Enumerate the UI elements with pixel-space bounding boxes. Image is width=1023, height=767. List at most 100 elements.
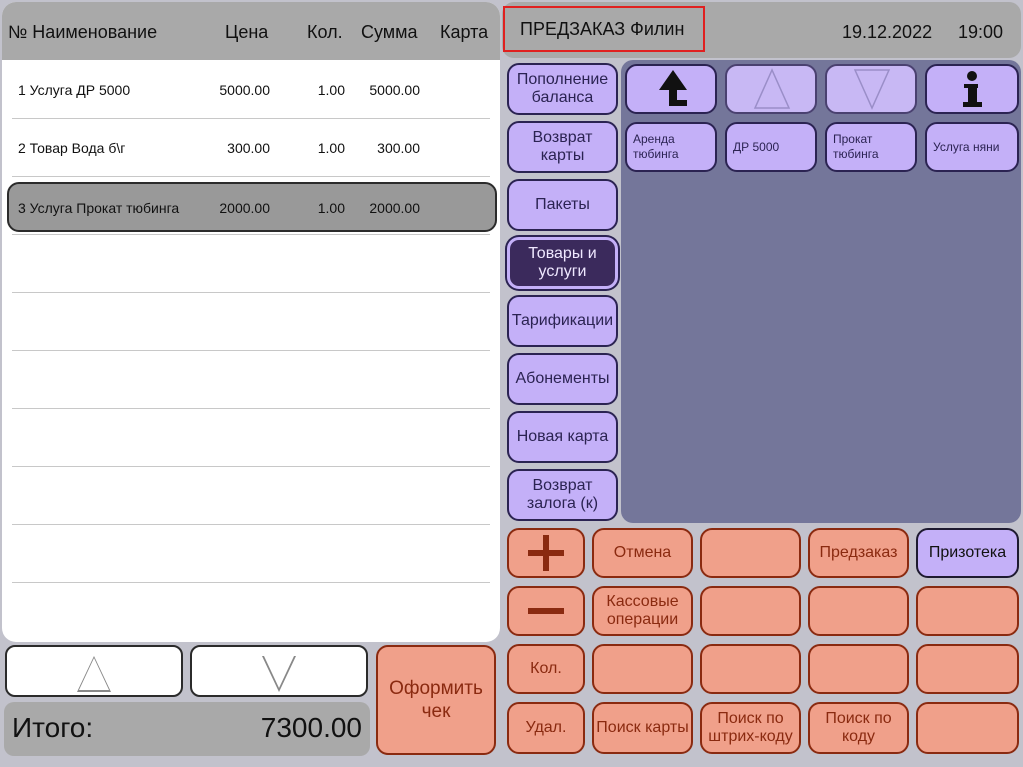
total-label: Итого: <box>12 712 94 743</box>
empty-key[interactable] <box>808 644 909 694</box>
preorder-button[interactable]: Предзаказ <box>808 528 909 578</box>
minus-icon <box>528 608 564 614</box>
column-header-price: Цена <box>225 22 269 42</box>
empty-key[interactable] <box>916 644 1019 694</box>
current-date: 19.12.2022 <box>842 22 933 42</box>
delete-label: Удал. <box>525 719 567 736</box>
search-code-label: Поиск по коду <box>825 710 892 745</box>
search-card-label: Поиск карты <box>596 719 689 736</box>
up-triangle-icon <box>753 68 791 109</box>
row-qty: 1.00 <box>317 200 345 216</box>
search-card-button[interactable]: Поиск карты <box>592 702 693 754</box>
cash-operations-label: Кассовые операции <box>606 593 679 628</box>
up-triangle-icon <box>77 656 111 692</box>
row-divider <box>12 408 490 409</box>
total-value: 7300.00 <box>260 712 362 743</box>
category-packages[interactable]: Пакеты <box>507 179 618 231</box>
category-label: Абонементы <box>515 370 610 387</box>
checkout-button[interactable]: Оформить чек <box>376 645 496 755</box>
minus-button[interactable] <box>507 586 585 636</box>
mode-indicator: ПРЕДЗАКАЗ Филин <box>503 6 705 52</box>
category-subscriptions[interactable]: Абонементы <box>507 353 618 405</box>
item-label: Аренда тюбинга <box>633 132 679 161</box>
category-new-card[interactable]: Новая карта <box>507 411 618 463</box>
empty-key[interactable] <box>700 528 801 578</box>
prize-library-button[interactable]: Призотека <box>916 528 1019 578</box>
item-label: ДР 5000 <box>733 139 780 154</box>
receipt-header: № Наименование Цена Кол. Сумма Карта <box>2 2 500 60</box>
level-up-button[interactable] <box>625 64 717 114</box>
receipt-table: № Наименование Цена Кол. Сумма Карта 1 У… <box>2 2 500 642</box>
category-label: Пакеты <box>535 196 590 213</box>
category-label: Товары и услуги <box>528 245 597 280</box>
row-sum: 2000.00 <box>369 200 420 216</box>
row-name: 2 Товар Вода б\г <box>18 140 126 156</box>
mode-label: ПРЕДЗАКАЗ Филин <box>520 18 685 39</box>
column-header-qty: Кол. <box>307 22 343 42</box>
plus-icon <box>528 535 564 571</box>
search-code-button[interactable]: Поиск по коду <box>808 702 909 754</box>
item-tubing-hire[interactable]: Прокат тюбинга <box>825 122 917 172</box>
empty-key[interactable] <box>700 586 801 636</box>
page-up-button[interactable] <box>725 64 817 114</box>
table-row[interactable]: 2 Товар Вода б\г 300.00 1.00 300.00 <box>2 120 500 176</box>
row-divider <box>12 350 490 351</box>
cancel-button[interactable]: Отмена <box>592 528 693 578</box>
cash-operations-button[interactable]: Кассовые операции <box>592 586 693 636</box>
column-header-sum: Сумма <box>361 22 418 42</box>
category-label: Тарификации <box>511 312 614 329</box>
down-triangle-icon <box>853 69 891 110</box>
empty-key[interactable] <box>916 586 1019 636</box>
row-divider <box>12 582 490 583</box>
column-header-name: № Наименование <box>8 22 158 42</box>
row-price: 5000.00 <box>219 82 270 98</box>
scroll-down-button[interactable] <box>190 645 368 697</box>
item-nanny-service[interactable]: Услуга няни <box>925 122 1019 172</box>
row-divider <box>12 466 490 467</box>
row-sum: 300.00 <box>377 140 420 156</box>
row-name: 3 Услуга Прокат тюбинга <box>18 200 180 216</box>
cancel-label: Отмена <box>613 544 672 561</box>
row-sum: 5000.00 <box>369 82 420 98</box>
current-time: 19:00 <box>958 22 1004 42</box>
table-row-selected[interactable]: 3 Услуга Прокат тюбинга 2000.00 1.00 200… <box>7 182 497 232</box>
plus-button[interactable] <box>507 528 585 578</box>
row-divider <box>12 176 490 177</box>
preorder-label: Предзаказ <box>819 544 898 561</box>
category-label: Пополнение баланса <box>516 71 609 106</box>
total-panel: Итого: 7300.00 <box>4 702 370 756</box>
category-card-return[interactable]: Возврат карты <box>507 121 618 173</box>
row-divider <box>12 524 490 525</box>
up-level-arrow-icon <box>659 70 687 106</box>
category-goods-services[interactable]: Товары и услуги <box>507 237 618 289</box>
delete-button[interactable]: Удал. <box>507 702 585 754</box>
row-qty: 1.00 <box>317 82 345 98</box>
quantity-button[interactable]: Кол. <box>507 644 585 694</box>
row-divider <box>12 292 490 293</box>
row-price: 300.00 <box>227 140 270 156</box>
category-tariffs[interactable]: Тарификации <box>507 295 618 347</box>
scroll-up-button[interactable] <box>5 645 183 697</box>
category-label: Возврат залога (к) <box>526 477 599 512</box>
item-tubing-rental[interactable]: Аренда тюбинга <box>625 122 717 172</box>
empty-key[interactable] <box>808 586 909 636</box>
empty-key[interactable] <box>592 644 693 694</box>
page-down-button[interactable] <box>825 64 917 114</box>
quantity-label: Кол. <box>530 660 562 677</box>
empty-key[interactable] <box>916 702 1019 754</box>
item-birthday-5000[interactable]: ДР 5000 <box>725 122 817 172</box>
info-icon <box>963 71 982 107</box>
table-row[interactable]: 1 Услуга ДР 5000 5000.00 1.00 5000.00 <box>2 62 500 118</box>
empty-key[interactable] <box>700 644 801 694</box>
info-button[interactable] <box>925 64 1019 114</box>
checkout-label: Оформить чек <box>389 678 483 722</box>
search-barcode-button[interactable]: Поиск по штрих-коду <box>700 702 801 754</box>
category-top-up-balance[interactable]: Пополнение баланса <box>507 63 618 115</box>
category-deposit-return[interactable]: Возврат залога (к) <box>507 469 618 521</box>
row-divider <box>12 234 490 235</box>
row-divider <box>12 118 490 119</box>
column-header-card: Карта <box>440 22 489 42</box>
row-name: 1 Услуга ДР 5000 <box>18 82 131 98</box>
search-barcode-label: Поиск по штрих-коду <box>708 710 793 745</box>
category-label: Возврат карты <box>532 129 593 164</box>
